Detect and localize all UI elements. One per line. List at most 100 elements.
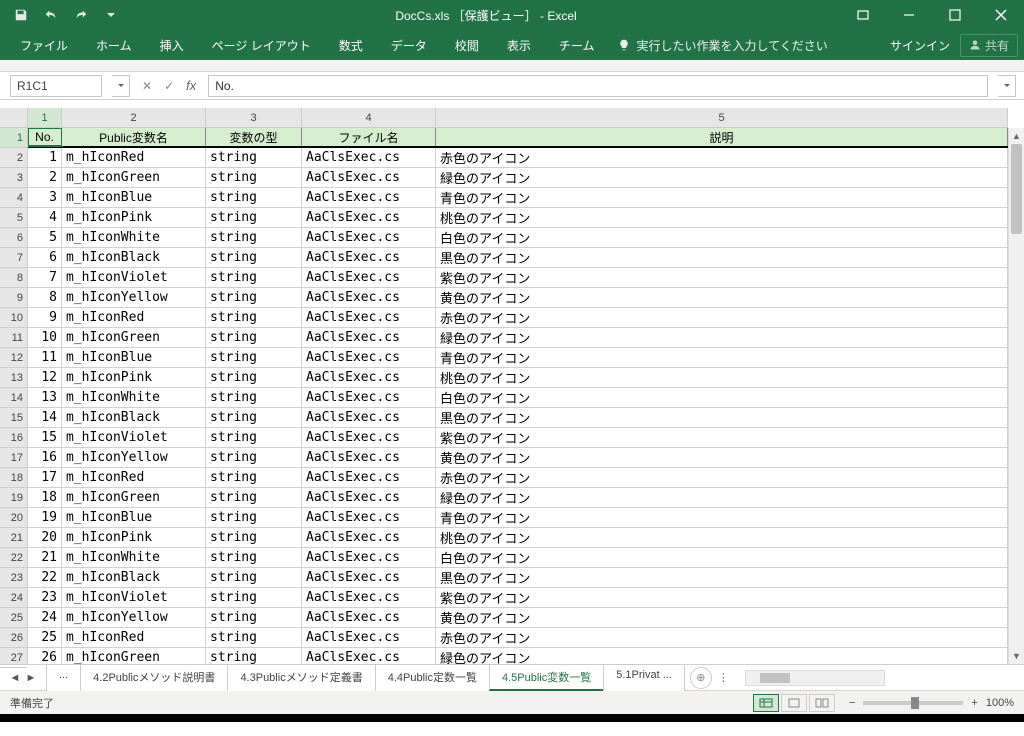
cell-type[interactable]: string <box>206 548 302 567</box>
cell-file[interactable]: AaClsExec.cs <box>302 368 436 387</box>
cell-desc[interactable]: 黒色のアイコン <box>436 408 1008 427</box>
cell-no[interactable]: 26 <box>28 648 62 664</box>
cell-no[interactable]: 24 <box>28 608 62 627</box>
cell-desc[interactable]: 緑色のアイコン <box>436 648 1008 664</box>
row-header[interactable]: 8 <box>0 268 27 288</box>
view-page-layout-button[interactable] <box>781 694 807 712</box>
tab-data[interactable]: データ <box>377 30 441 60</box>
cell-type[interactable]: string <box>206 648 302 664</box>
ribbon-display-button[interactable] <box>840 0 886 30</box>
cell-desc[interactable]: 黄色のアイコン <box>436 448 1008 467</box>
cell-no[interactable]: 23 <box>28 588 62 607</box>
cell-file[interactable]: AaClsExec.cs <box>302 448 436 467</box>
select-all-corner[interactable] <box>0 108 28 128</box>
row-header[interactable]: 11 <box>0 328 27 348</box>
cell-name[interactable]: m_hIconBlue <box>62 188 206 207</box>
row-header[interactable]: 22 <box>0 548 27 568</box>
maximize-button[interactable] <box>932 0 978 30</box>
col-header-5[interactable]: 5 <box>436 108 1008 127</box>
signin-link[interactable]: サインイン <box>890 37 950 54</box>
col-header-3[interactable]: 3 <box>206 108 302 127</box>
cell-no[interactable]: 2 <box>28 168 62 187</box>
cell-no[interactable]: 1 <box>28 148 62 167</box>
cell-name[interactable]: m_hIconRed <box>62 628 206 647</box>
cell-desc[interactable]: 赤色のアイコン <box>436 628 1008 647</box>
row-header[interactable]: 18 <box>0 468 27 488</box>
scroll-thumb[interactable] <box>1011 144 1022 234</box>
zoom-knob[interactable] <box>911 697 919 709</box>
add-sheet-button[interactable]: ⊕ <box>690 667 712 689</box>
row-header[interactable]: 26 <box>0 628 27 648</box>
cell-no[interactable]: 11 <box>28 348 62 367</box>
row-header[interactable]: 19 <box>0 488 27 508</box>
cell-no[interactable]: 13 <box>28 388 62 407</box>
cell-type[interactable]: string <box>206 428 302 447</box>
cell-file[interactable]: AaClsExec.cs <box>302 548 436 567</box>
col-header-2[interactable]: 2 <box>62 108 206 127</box>
cell-name[interactable]: m_hIconYellow <box>62 448 206 467</box>
cell-file[interactable]: AaClsExec.cs <box>302 648 436 664</box>
cell-file[interactable]: AaClsExec.cs <box>302 508 436 527</box>
vertical-scrollbar[interactable]: ▲ ▼ <box>1008 128 1024 664</box>
horizontal-scrollbar[interactable] <box>745 670 885 686</box>
cell-name[interactable]: m_hIconRed <box>62 148 206 167</box>
row-header[interactable]: 14 <box>0 388 27 408</box>
cell-desc[interactable]: 黄色のアイコン <box>436 608 1008 627</box>
cell-file[interactable]: AaClsExec.cs <box>302 388 436 407</box>
row-header[interactable]: 2 <box>0 148 27 168</box>
cell-no[interactable]: 15 <box>28 428 62 447</box>
cell-desc[interactable]: 紫色のアイコン <box>436 588 1008 607</box>
cell-type[interactable]: string <box>206 188 302 207</box>
cell-file[interactable]: AaClsExec.cs <box>302 328 436 347</box>
cell-no[interactable]: 14 <box>28 408 62 427</box>
cell-no[interactable]: 3 <box>28 188 62 207</box>
cell-file[interactable]: AaClsExec.cs <box>302 148 436 167</box>
cell-no[interactable]: 20 <box>28 528 62 547</box>
row-header[interactable]: 6 <box>0 228 27 248</box>
hscroll-thumb[interactable] <box>760 673 790 683</box>
cells-area[interactable]: No.Public変数名変数の型ファイル名説明1m_hIconRedstring… <box>28 128 1008 664</box>
cell-desc[interactable]: 桃色のアイコン <box>436 368 1008 387</box>
row-header[interactable]: 12 <box>0 348 27 368</box>
cell-no[interactable]: 12 <box>28 368 62 387</box>
zoom-out-button[interactable]: − <box>849 697 855 709</box>
cell-type[interactable]: string <box>206 268 302 287</box>
cell-no[interactable]: 5 <box>28 228 62 247</box>
cell-name[interactable]: m_hIconPink <box>62 208 206 227</box>
cell-name[interactable]: m_hIconPink <box>62 368 206 387</box>
cell-no[interactable]: 8 <box>28 288 62 307</box>
cell-type[interactable]: string <box>206 568 302 587</box>
cell-type[interactable]: string <box>206 468 302 487</box>
row-header[interactable]: 1 <box>0 128 27 148</box>
cell-name[interactable]: m_hIconViolet <box>62 428 206 447</box>
cell-desc[interactable]: 紫色のアイコン <box>436 268 1008 287</box>
cell-desc[interactable]: 青色のアイコン <box>436 188 1008 207</box>
cell-no[interactable]: 4 <box>28 208 62 227</box>
enter-formula-button[interactable]: ✓ <box>164 79 174 93</box>
cell-type[interactable]: string <box>206 528 302 547</box>
row-header[interactable]: 16 <box>0 428 27 448</box>
sheet-tab[interactable]: 4.5Public変数一覧 <box>489 664 604 691</box>
row-header[interactable]: 25 <box>0 608 27 628</box>
tab-team[interactable]: チーム <box>545 30 609 60</box>
cell-type[interactable]: string <box>206 588 302 607</box>
cell-file[interactable]: AaClsExec.cs <box>302 208 436 227</box>
sheet-nav-prev[interactable]: ◄ <box>8 672 22 684</box>
cell-type[interactable]: string <box>206 288 302 307</box>
tab-review[interactable]: 校閲 <box>441 30 493 60</box>
cell-type[interactable]: string <box>206 368 302 387</box>
col-header-4[interactable]: 4 <box>302 108 436 127</box>
cell-name[interactable]: m_hIconGreen <box>62 488 206 507</box>
cell-file[interactable]: AaClsExec.cs <box>302 168 436 187</box>
redo-button[interactable] <box>68 3 94 27</box>
tab-insert[interactable]: 挿入 <box>146 30 198 60</box>
cell-type[interactable]: string <box>206 348 302 367</box>
cell-desc[interactable]: 赤色のアイコン <box>436 308 1008 327</box>
tab-home[interactable]: ホーム <box>82 30 146 60</box>
cell-name[interactable]: m_hIconGreen <box>62 168 206 187</box>
cell-no[interactable]: 16 <box>28 448 62 467</box>
cell-file[interactable]: AaClsExec.cs <box>302 188 436 207</box>
row-header[interactable]: 10 <box>0 308 27 328</box>
share-button[interactable]: 共有 <box>960 34 1018 57</box>
close-button[interactable] <box>978 0 1024 30</box>
